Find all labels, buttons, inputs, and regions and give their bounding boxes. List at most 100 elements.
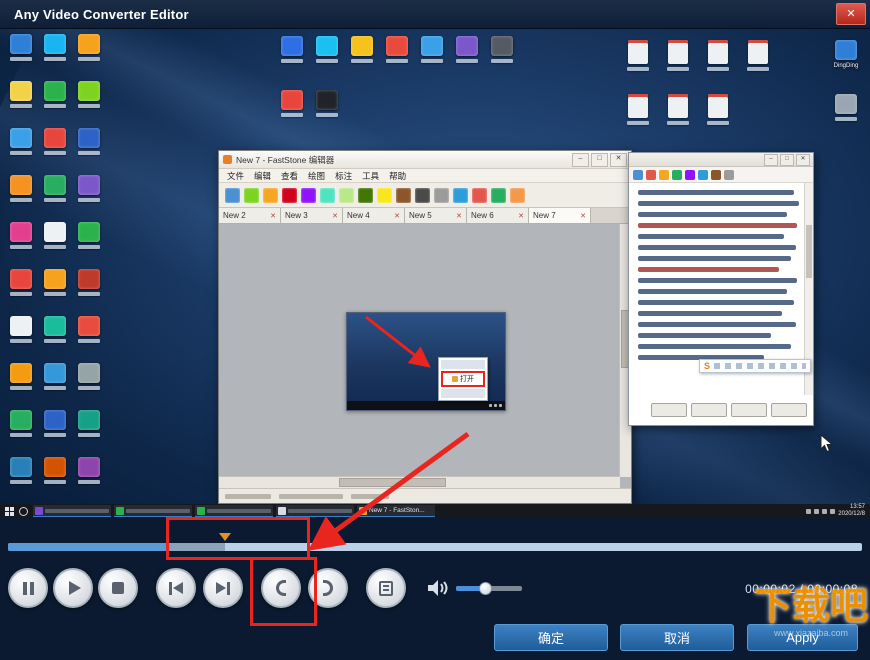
desktop-icon: [309, 90, 344, 144]
speaker-icon: [426, 579, 448, 597]
text-line: [638, 201, 799, 206]
desktop-icon: [274, 90, 309, 144]
text-line: [638, 256, 791, 261]
desktop-icon: [484, 36, 519, 90]
desktop-icon: [4, 457, 38, 504]
desktop-icon-glyph: [78, 269, 100, 289]
close-button[interactable]: ✕: [836, 3, 866, 25]
toolbar-icon: [263, 188, 278, 203]
mouse-cursor: [820, 434, 833, 453]
trim-start-button[interactable]: [261, 568, 301, 608]
desktop-icon-label: [44, 386, 66, 390]
desktop-icon-label: [44, 292, 66, 296]
dialog-button: [691, 403, 727, 417]
tab-close-icon: ✕: [332, 212, 338, 220]
playhead-marker[interactable]: [219, 533, 231, 547]
desktop-icon: [72, 363, 106, 410]
desktop-icon-label: [707, 121, 729, 125]
prev-frame-button[interactable]: [156, 568, 196, 608]
taskbar-item: New 7 - FastSton...: [357, 505, 435, 517]
taskbar-item: [276, 505, 354, 517]
faststone-tab: New 3✕: [281, 208, 343, 223]
video-preview[interactable]: DingDing New 7 - FastStone 编辑器 – □ ✕ 文件 …: [0, 28, 870, 518]
play-button[interactable]: [53, 568, 93, 608]
context-menu-item: [441, 389, 485, 398]
taskbar-item-icon: [197, 507, 205, 515]
toolbar-icon: [472, 188, 487, 203]
desktop-icon: [38, 410, 72, 457]
stop-icon: [112, 582, 124, 594]
text-line: [638, 311, 782, 316]
dialog-button: [651, 403, 687, 417]
desktop-icon-label: [627, 67, 649, 71]
apply-button[interactable]: Apply: [747, 624, 858, 651]
tab-close-icon: ✕: [518, 212, 524, 220]
volume-handle[interactable]: [479, 582, 492, 595]
timeline-seekbar[interactable]: [8, 543, 862, 551]
desktop-icon-label: [44, 104, 66, 108]
faststone-menu-item: 编辑: [254, 170, 271, 182]
desktop-icon: [698, 94, 738, 148]
desktop-icon: [344, 36, 379, 90]
taskbar-items: New 7 - FastSton...: [33, 505, 435, 517]
desktop-icon-glyph: [281, 90, 303, 110]
desktop-icon-label: [10, 151, 32, 155]
desktop-icon-glyph: [668, 94, 688, 118]
desktop-icons-right: [618, 40, 778, 148]
desktop-icon-glyph: [78, 457, 100, 477]
toolbar-icon: [225, 188, 240, 203]
desktop-icon-glyph: [386, 36, 408, 56]
desktop-icon: [72, 175, 106, 222]
volume-slider[interactable]: [456, 586, 522, 591]
desktop-icon-glyph: [44, 363, 66, 383]
desktop-icon-glyph: [316, 90, 338, 110]
tab-close-icon: ✕: [394, 212, 400, 220]
pause-icon: [23, 582, 34, 595]
desktop-icon-label: [78, 480, 100, 484]
desktop-icon-label: [667, 67, 689, 71]
desktop-icon-label: [627, 121, 649, 125]
dialog-button: [771, 403, 807, 417]
ok-button[interactable]: 确定: [494, 624, 608, 651]
taskbar-item-label: [126, 509, 190, 513]
desktop-icon: [72, 269, 106, 316]
desktop-icon: [72, 316, 106, 363]
desktop-icon: [4, 363, 38, 410]
desktop-icon: [414, 36, 449, 90]
pause-button[interactable]: [8, 568, 48, 608]
desktop-icon-glyph: [10, 34, 32, 54]
taskbar-item-label: New 7 - FastSton...: [369, 507, 425, 514]
desktop-icon-glyph: [78, 222, 100, 242]
taskbar-item: [114, 505, 192, 517]
faststone-window: New 7 - FastStone 编辑器 – □ ✕ 文件 编辑 查看 绘图 …: [218, 150, 632, 504]
toolbar-icon: [659, 170, 669, 180]
statusbar-segment: [225, 494, 271, 499]
desktop-icon-glyph: [78, 316, 100, 336]
next-frame-button[interactable]: [203, 568, 243, 608]
context-menu-item: [441, 360, 485, 369]
toolbar-icon: [244, 188, 259, 203]
text-line: [638, 344, 791, 349]
desktop-icon: [828, 94, 864, 148]
desktop-icon: [4, 128, 38, 175]
tray-icon: [822, 509, 827, 514]
toolbar-icon: [633, 170, 643, 180]
desktop-icon-glyph: [10, 175, 32, 195]
window-title: Any Video Converter Editor: [14, 7, 189, 22]
faststone-canvas: 打开: [219, 224, 631, 488]
desktop-icon: [38, 81, 72, 128]
taskbar-clock: 13:57 2020/12/8: [838, 504, 865, 518]
text-line: [638, 333, 771, 338]
desktop-icon: [698, 40, 738, 94]
trim-end-button[interactable]: [308, 568, 348, 608]
stop-button[interactable]: [98, 568, 138, 608]
segment-list-button[interactable]: [366, 568, 406, 608]
faststone-app-icon: [223, 155, 232, 164]
document-window: – □ ✕ S: [628, 152, 814, 426]
faststone-menubar: 文件 编辑 查看 绘图 标注 工具 帮助: [219, 169, 631, 183]
desktop-icon: [38, 363, 72, 410]
text-line: [638, 245, 796, 250]
cancel-button[interactable]: 取消: [620, 624, 734, 651]
toolbar-icon: [415, 188, 430, 203]
taskbar-item-label: [288, 509, 352, 513]
